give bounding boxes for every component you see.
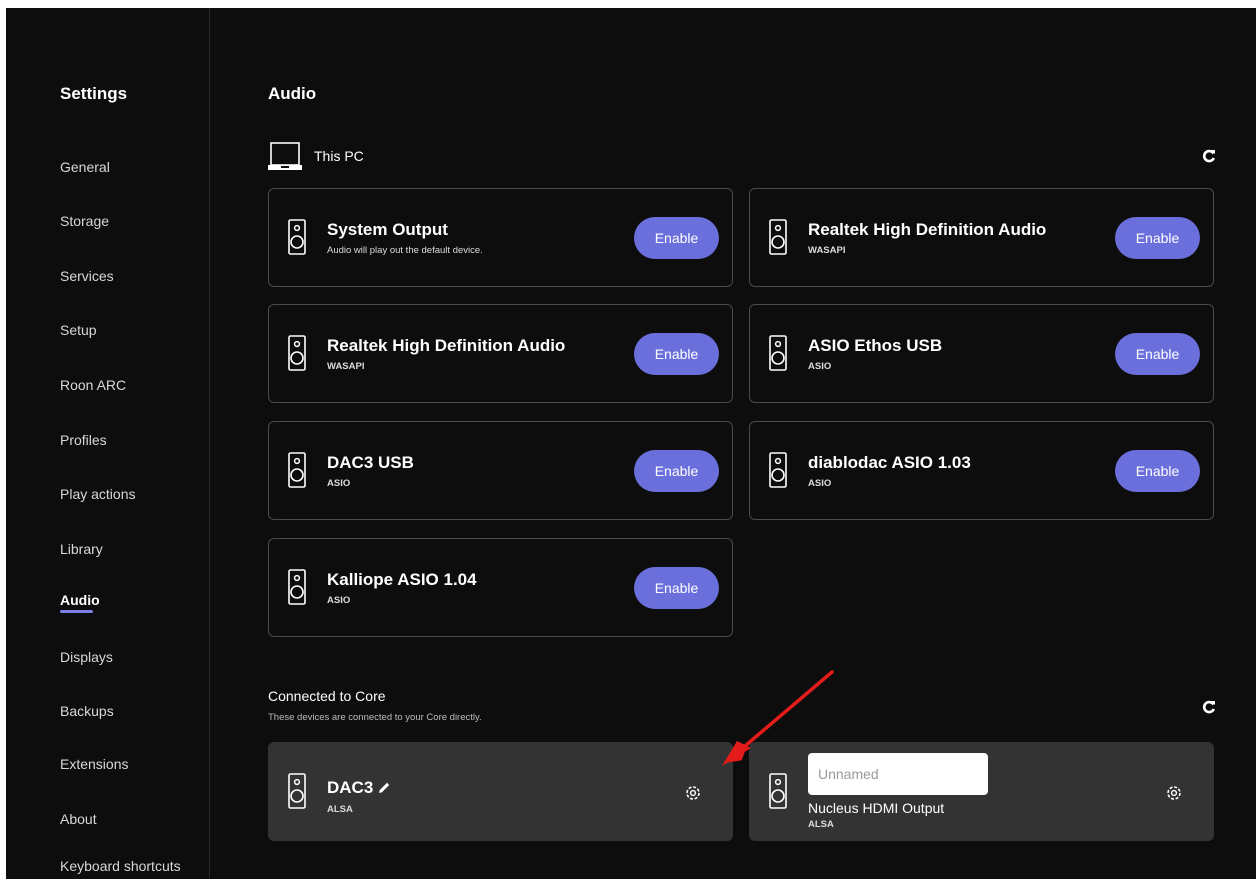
gear-icon[interactable] [1165,784,1183,802]
device-driver: ASIO [808,478,832,489]
device-driver: ALSA [808,819,834,830]
sidebar-item-displays[interactable]: Displays [60,649,113,665]
enable-button[interactable]: Enable [634,217,719,259]
page-title: Audio [268,84,317,103]
device-card: System Output Audio will play out the de… [268,188,733,287]
this-pc-header: This PC [268,141,364,171]
sidebar-item-profiles[interactable]: Profiles [60,432,107,448]
enable-button[interactable]: Enable [1115,217,1200,259]
sidebar-item-roon-arc[interactable]: Roon ARC [60,377,126,393]
speaker-icon [769,335,787,371]
audio-settings-panel: Audio This PC System Output Audio will p… [268,8,1223,879]
laptop-icon [268,141,302,171]
device-name: diablodac ASIO 1.03 [808,453,971,472]
sidebar-item-audio[interactable]: Audio [60,592,100,608]
device-driver: WASAPI [808,245,846,256]
speaker-icon [288,219,306,255]
speaker-icon [288,452,306,488]
enable-button[interactable]: Enable [1115,333,1200,375]
enable-button[interactable]: Enable [634,567,719,609]
speaker-icon [769,452,787,488]
sidebar-item-extensions[interactable]: Extensions [60,756,128,772]
device-name: DAC3 [327,778,374,797]
gear-icon[interactable] [684,784,702,802]
device-driver: ASIO [327,595,351,606]
device-card: Realtek High Definition Audio WASAPI Ena… [268,304,733,403]
device-driver: ASIO [808,361,832,372]
device-card: Realtek High Definition Audio WASAPI Ena… [749,188,1214,287]
sidebar-title: Settings [60,84,128,103]
device-description: Audio will play out the default device. [327,245,483,256]
device-name: System Output [327,220,448,239]
device-card: DAC3 USB ASIO Enable [268,421,733,520]
sidebar-item-backups[interactable]: Backups [60,703,114,719]
speaker-icon [769,773,787,809]
sidebar-item-storage[interactable]: Storage [60,213,109,229]
settings-sidebar: Settings General Storage Services Setup … [6,8,210,879]
device-name: ASIO Ethos USB [808,336,943,355]
core-section-description: These devices are connected to your Core… [268,712,482,723]
device-card: ASIO Ethos USB ASIO Enable [749,304,1214,403]
settings-window: Settings General Storage Services Setup … [6,8,1256,879]
enable-button[interactable]: Enable [1115,450,1200,492]
sidebar-item-services[interactable]: Services [60,268,114,284]
enable-button[interactable]: Enable [634,333,719,375]
sidebar-item-library[interactable]: Library [60,541,103,557]
device-name: Realtek High Definition Audio [808,220,1047,239]
device-name: Realtek High Definition Audio [327,336,566,355]
device-name: Kalliope ASIO 1.04 [327,570,477,589]
device-driver: WASAPI [327,361,365,372]
core-section-heading: Connected to Core [268,688,386,704]
core-device-card: DAC3 ALSA [268,742,733,841]
this-pc-label: This PC [314,148,364,164]
device-card: diablodac ASIO 1.03 ASIO Enable [749,421,1214,520]
speaker-icon [288,335,306,371]
enable-button[interactable]: Enable [634,450,719,492]
sidebar-item-play-actions[interactable]: Play actions [60,486,135,502]
speaker-icon [288,773,306,809]
sidebar-item-setup[interactable]: Setup [60,322,97,338]
sidebar-item-keyboard-shortcuts[interactable]: Keyboard shortcuts [60,858,181,874]
sidebar-item-general[interactable]: General [60,159,110,175]
refresh-icon[interactable] [1200,147,1218,165]
refresh-icon[interactable] [1200,698,1218,716]
device-driver: ASIO [327,478,351,489]
active-indicator [60,610,93,613]
speaker-icon [769,219,787,255]
sidebar-item-about[interactable]: About [60,811,97,827]
core-device-card: Nucleus HDMI Output ALSA [749,742,1214,841]
pencil-icon[interactable] [377,781,391,795]
device-name: Nucleus HDMI Output [808,800,945,816]
speaker-icon [288,569,306,605]
device-name: DAC3 USB [327,453,414,472]
device-card: Kalliope ASIO 1.04 ASIO Enable [268,538,733,637]
device-name-input[interactable] [808,753,988,795]
device-driver: ALSA [327,804,353,815]
